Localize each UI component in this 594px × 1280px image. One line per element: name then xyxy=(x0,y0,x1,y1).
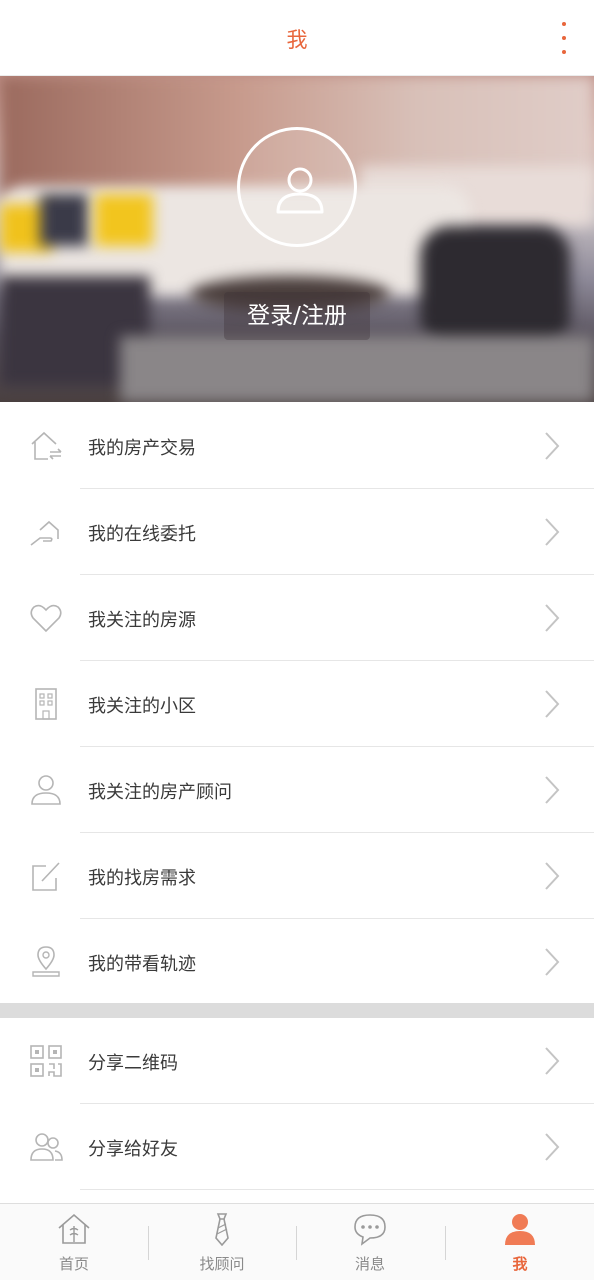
tab-label: 我 xyxy=(512,1255,528,1273)
chevron-right-icon xyxy=(545,1047,560,1075)
menu-item-followed-advisors[interactable]: 我关注的房产顾问 xyxy=(0,747,594,833)
tab-label: 首页 xyxy=(58,1255,89,1273)
menu-item-online-entrust[interactable]: 我的在线委托 xyxy=(0,489,594,575)
share-list: 分享二维码 分享给好友 xyxy=(0,1018,594,1190)
chevron-right-icon xyxy=(545,604,560,632)
chevron-right-icon xyxy=(545,690,560,718)
chevron-right-icon xyxy=(545,518,560,546)
menu-item-label: 我关注的小区 xyxy=(88,696,196,717)
menu-item-house-requirements[interactable]: 我的找房需求 xyxy=(0,833,594,919)
location-pin-icon xyxy=(32,946,60,977)
chevron-right-icon xyxy=(545,776,560,804)
menu-item-followed-listings[interactable]: 我关注的房源 xyxy=(0,575,594,661)
chevron-right-icon xyxy=(545,1133,560,1161)
person-filled-icon xyxy=(505,1214,535,1245)
house-transaction-icon xyxy=(31,431,62,460)
friends-icon xyxy=(30,1133,63,1161)
home-icon xyxy=(58,1213,90,1244)
menu-item-label: 分享给好友 xyxy=(88,1139,178,1160)
person-icon xyxy=(31,775,61,805)
chevron-right-icon xyxy=(545,432,560,460)
tab-me[interactable]: 我 xyxy=(446,1204,594,1280)
menu-item-label: 我的房产交易 xyxy=(88,438,196,459)
banner-background-cushion-dark xyxy=(40,194,88,246)
more-vertical-icon[interactable] xyxy=(556,20,572,56)
menu-item-label: 我关注的房源 xyxy=(88,610,196,631)
tie-icon xyxy=(215,1213,229,1246)
bottom-tab-bar: 首页 找顾问 消息 我 xyxy=(0,1203,594,1280)
avatar[interactable] xyxy=(237,127,357,247)
menu-item-label: 我的带看轨迹 xyxy=(88,954,196,975)
menu-item-label: 我关注的房产顾问 xyxy=(88,782,232,803)
tab-find-advisor[interactable]: 找顾问 xyxy=(148,1204,296,1280)
chevron-right-icon xyxy=(545,862,560,890)
banner-background-cushion-yellow-2 xyxy=(95,194,153,246)
tab-label: 消息 xyxy=(354,1255,385,1273)
tab-messages[interactable]: 消息 xyxy=(296,1204,444,1280)
building-icon xyxy=(35,688,57,720)
banner-background-blanket xyxy=(420,226,570,346)
heart-icon xyxy=(30,604,62,633)
login-register-button[interactable]: 登录/注册 xyxy=(224,292,370,340)
divider xyxy=(80,1189,594,1190)
menu-item-house-transaction[interactable]: 我的房产交易 xyxy=(0,403,594,489)
tab-label: 找顾问 xyxy=(199,1255,245,1273)
profile-page: 我 登录/注册 我的房产交易 我的在线委托 我关注的房源 我关注的小区 我关注的… xyxy=(0,0,594,1280)
chat-bubble-icon xyxy=(354,1214,386,1246)
user-avatar-icon xyxy=(276,167,324,214)
chevron-right-icon xyxy=(545,948,560,976)
menu-item-label: 分享二维码 xyxy=(88,1053,178,1074)
tab-home[interactable]: 首页 xyxy=(0,1204,148,1280)
top-bar: 我 xyxy=(0,0,594,76)
qr-code-icon xyxy=(30,1045,62,1077)
section-separator xyxy=(0,1003,594,1018)
edit-note-icon xyxy=(32,862,60,891)
menu-item-label: 我的在线委托 xyxy=(88,524,196,545)
menu-item-share-qr[interactable]: 分享二维码 xyxy=(0,1018,594,1104)
profile-banner: 登录/注册 xyxy=(0,76,594,402)
menu-item-viewing-track[interactable]: 我的带看轨迹 xyxy=(0,919,594,1005)
hand-house-icon xyxy=(30,520,59,546)
menu-list: 我的房产交易 我的在线委托 我关注的房源 我关注的小区 我关注的房产顾问 我的找… xyxy=(0,403,594,1005)
menu-item-share-friends[interactable]: 分享给好友 xyxy=(0,1104,594,1190)
menu-item-followed-communities[interactable]: 我关注的小区 xyxy=(0,661,594,747)
page-title: 我 xyxy=(286,28,308,52)
banner-background-rug xyxy=(120,336,594,402)
menu-item-label: 我的找房需求 xyxy=(88,868,196,889)
